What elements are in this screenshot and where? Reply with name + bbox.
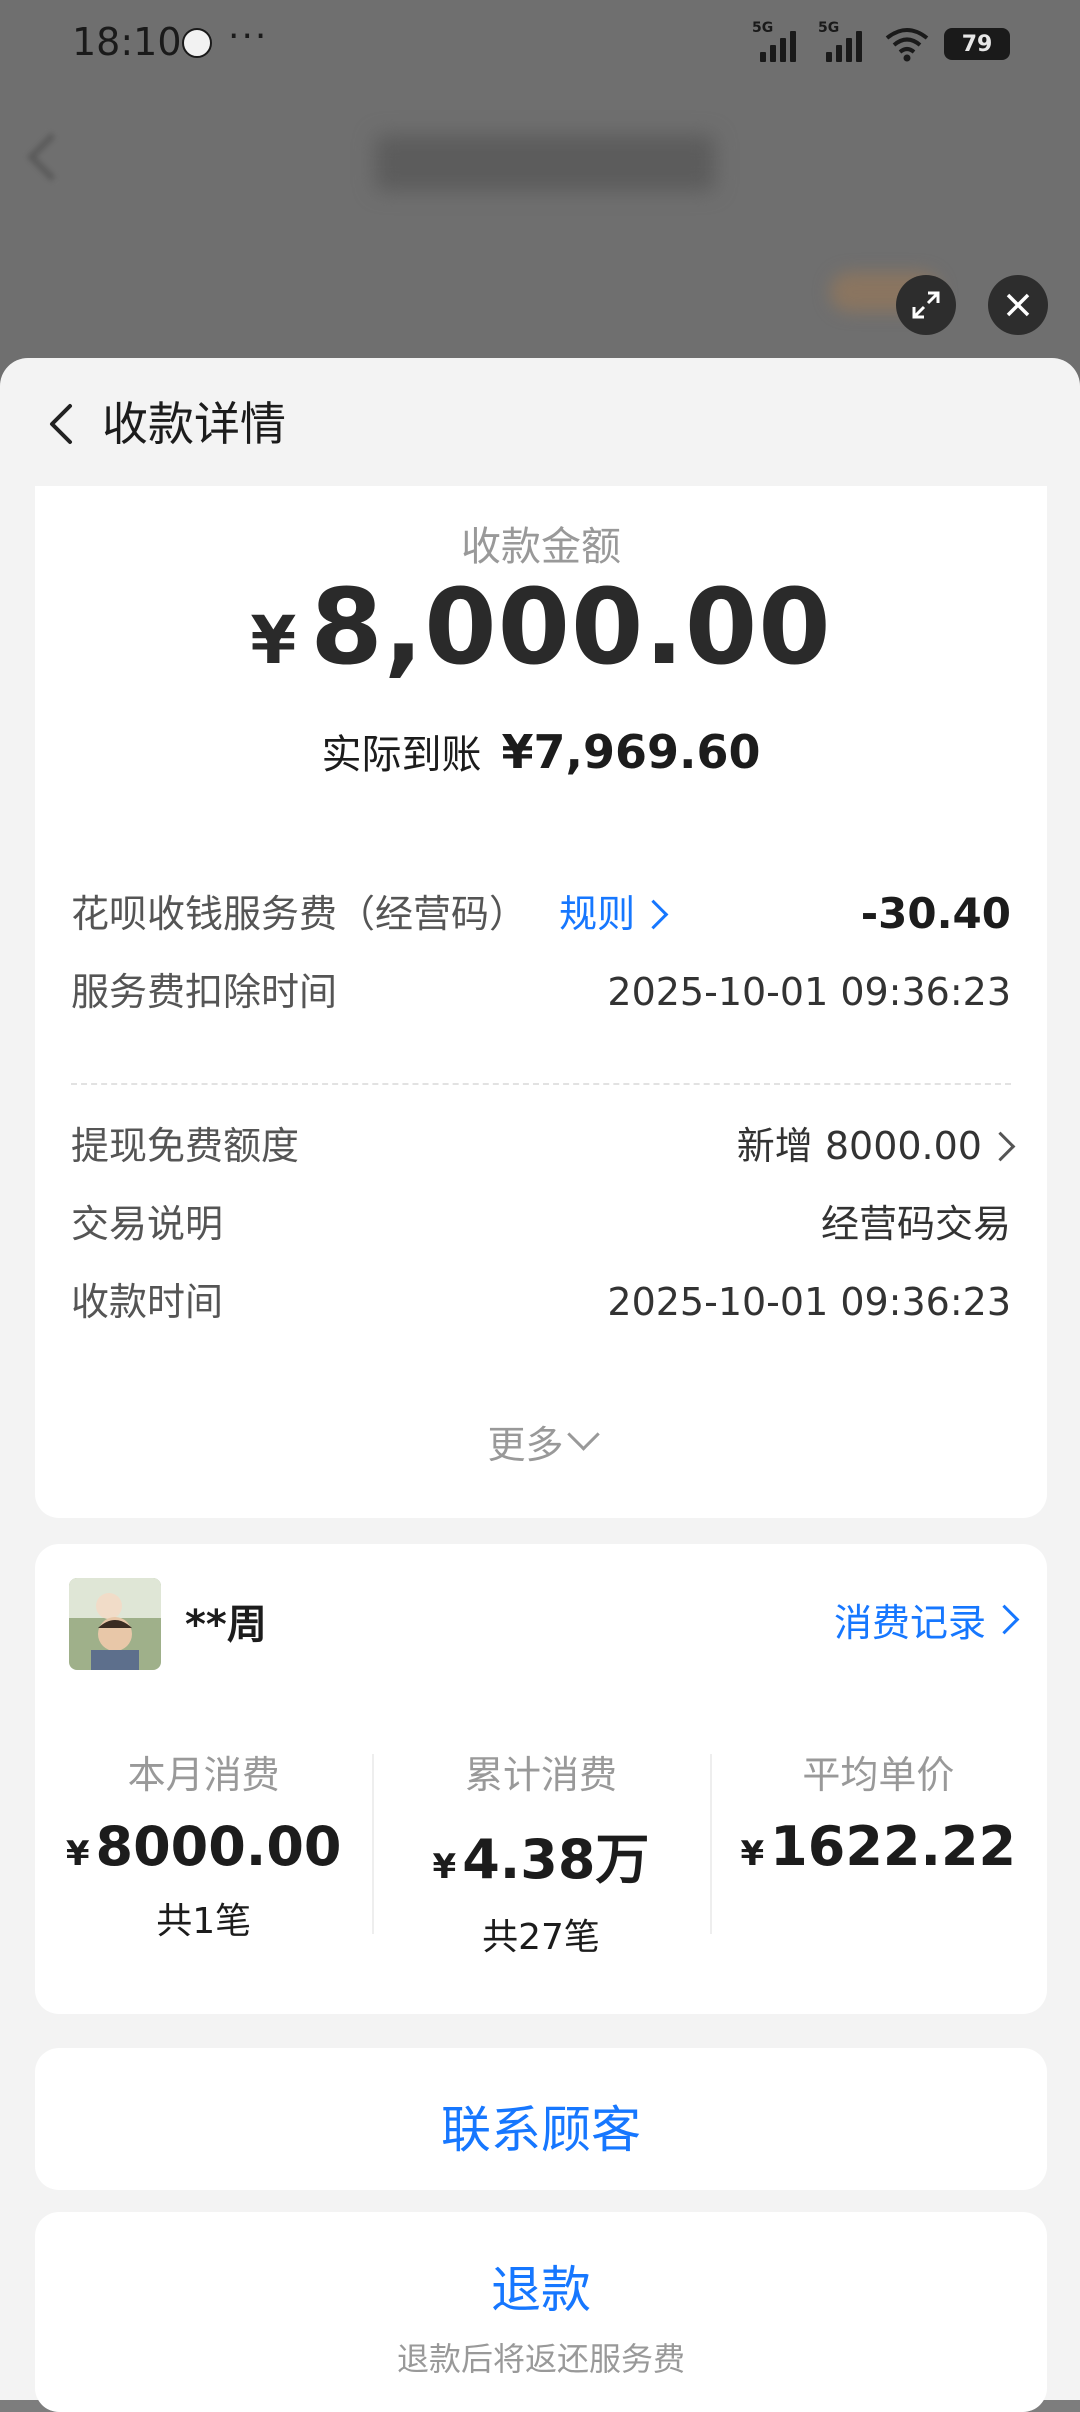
close-icon bbox=[1006, 293, 1030, 317]
customer-name: **周 bbox=[185, 1602, 267, 1648]
fee-row: 花呗收钱服务费（经营码） 规则 -30.40 bbox=[71, 886, 1011, 942]
fee-label: 花呗收钱服务费（经营码） bbox=[71, 892, 528, 936]
stat-total: 累计消费 ¥ 4.38万 共27笔 bbox=[372, 1744, 709, 1958]
actual-received: 实际到账 ¥7,969.60 bbox=[35, 722, 1047, 780]
description-row: 交易说明 经营码交易 bbox=[71, 1196, 1011, 1252]
consumption-records-link[interactable]: 消费记录 bbox=[834, 1592, 1020, 1647]
payment-detail-sheet: 收款详情 收款金额 ¥ 8,000.00 实际到账 ¥7,969.60 花呗收钱… bbox=[0, 358, 1080, 2412]
fee-rule-link[interactable]: 规则 bbox=[559, 886, 669, 942]
wifi-icon bbox=[885, 28, 929, 62]
refund-button[interactable]: 退款 退款后将返还服务费 bbox=[35, 2212, 1047, 2412]
withdraw-quota-value: 新增 8000.00 bbox=[736, 1124, 982, 1168]
chevron-right-icon bbox=[638, 899, 669, 929]
amount-label: 收款金额 bbox=[461, 524, 621, 570]
payment-time-label: 收款时间 bbox=[71, 1280, 224, 1324]
description-value: 经营码交易 bbox=[820, 1202, 1011, 1246]
nav-bar: 收款详情 bbox=[0, 358, 1080, 480]
background-app: 18:10 ··· 5G 5G 79 bbox=[0, 0, 1080, 400]
payment-card: 收款金额 ¥ 8,000.00 实际到账 ¥7,969.60 花呗收钱服务费（经… bbox=[35, 486, 1047, 1518]
more-notifications-icon: ··· bbox=[228, 16, 269, 57]
clock-icon bbox=[182, 28, 212, 58]
signal-icon: 5G bbox=[818, 20, 870, 64]
battery-icon: 79 bbox=[944, 28, 1010, 60]
page-title: 收款详情 bbox=[102, 397, 286, 451]
close-button[interactable] bbox=[988, 275, 1048, 335]
chevron-right-icon bbox=[989, 1604, 1020, 1635]
expand-button[interactable] bbox=[896, 275, 956, 335]
more-button[interactable]: 更多 bbox=[35, 1414, 1047, 1469]
avatar-image bbox=[69, 1578, 161, 1670]
contact-customer-button[interactable]: 联系顾客 bbox=[35, 2048, 1047, 2190]
signal-icon: 5G bbox=[752, 20, 804, 64]
fee-time-row: 服务费扣除时间 2025-10-01 09:36:23 bbox=[71, 964, 1011, 1020]
fee-time-value: 2025-10-01 09:36:23 bbox=[607, 970, 1011, 1014]
amount: ¥ 8,000.00 bbox=[35, 566, 1047, 688]
avatar[interactable] bbox=[69, 1578, 161, 1670]
actual-received-value: ¥7,969.60 bbox=[501, 725, 761, 779]
actual-received-label: 实际到账 bbox=[321, 732, 482, 778]
status-indicators: 5G 5G 79 bbox=[752, 20, 1010, 64]
payment-time-value: 2025-10-01 09:36:23 bbox=[607, 1280, 1011, 1324]
amount-value: 8,000.00 bbox=[310, 566, 832, 688]
contact-customer-label: 联系顾客 bbox=[441, 2101, 641, 2159]
chevron-right-icon bbox=[985, 1131, 1016, 1161]
description-label: 交易说明 bbox=[71, 1202, 224, 1246]
fee-time-label: 服务费扣除时间 bbox=[71, 970, 338, 1014]
customer-stats: 本月消费 ¥ 8000.00 共1笔 累计消费 ¥ 4.38万 共27笔 平均单… bbox=[35, 1744, 1047, 1958]
status-bar: 18:10 ··· 5G 5G 79 bbox=[0, 0, 1080, 90]
back-button[interactable] bbox=[40, 400, 88, 448]
refund-label: 退款 bbox=[491, 2261, 591, 2319]
expand-icon bbox=[912, 291, 940, 319]
refund-note: 退款后将返还服务费 bbox=[396, 2340, 685, 2378]
stat-monthly: 本月消费 ¥ 8000.00 共1笔 bbox=[65, 1753, 342, 1942]
payment-time-row: 收款时间 2025-10-01 09:36:23 bbox=[71, 1274, 1011, 1330]
withdraw-quota-label: 提现免费额度 bbox=[71, 1124, 300, 1168]
background-title bbox=[375, 135, 715, 191]
background-back-icon bbox=[26, 132, 76, 182]
dashed-divider bbox=[71, 1083, 1011, 1085]
customer-card: **周 消费记录 本月消费 ¥ 8000.00 共1笔 累计消费 ¥ 4.38万… bbox=[35, 1544, 1047, 2014]
stat-average: 平均单价 ¥ 1622.22 bbox=[709, 1744, 1047, 1934]
fee-amount: -30.40 bbox=[860, 889, 1011, 938]
withdraw-quota-row[interactable]: 提现免费额度 新增 8000.00 bbox=[71, 1118, 1016, 1174]
chevron-down-icon bbox=[566, 1418, 600, 1451]
status-time: 18:10 bbox=[72, 20, 182, 64]
currency-symbol: ¥ bbox=[250, 602, 297, 679]
